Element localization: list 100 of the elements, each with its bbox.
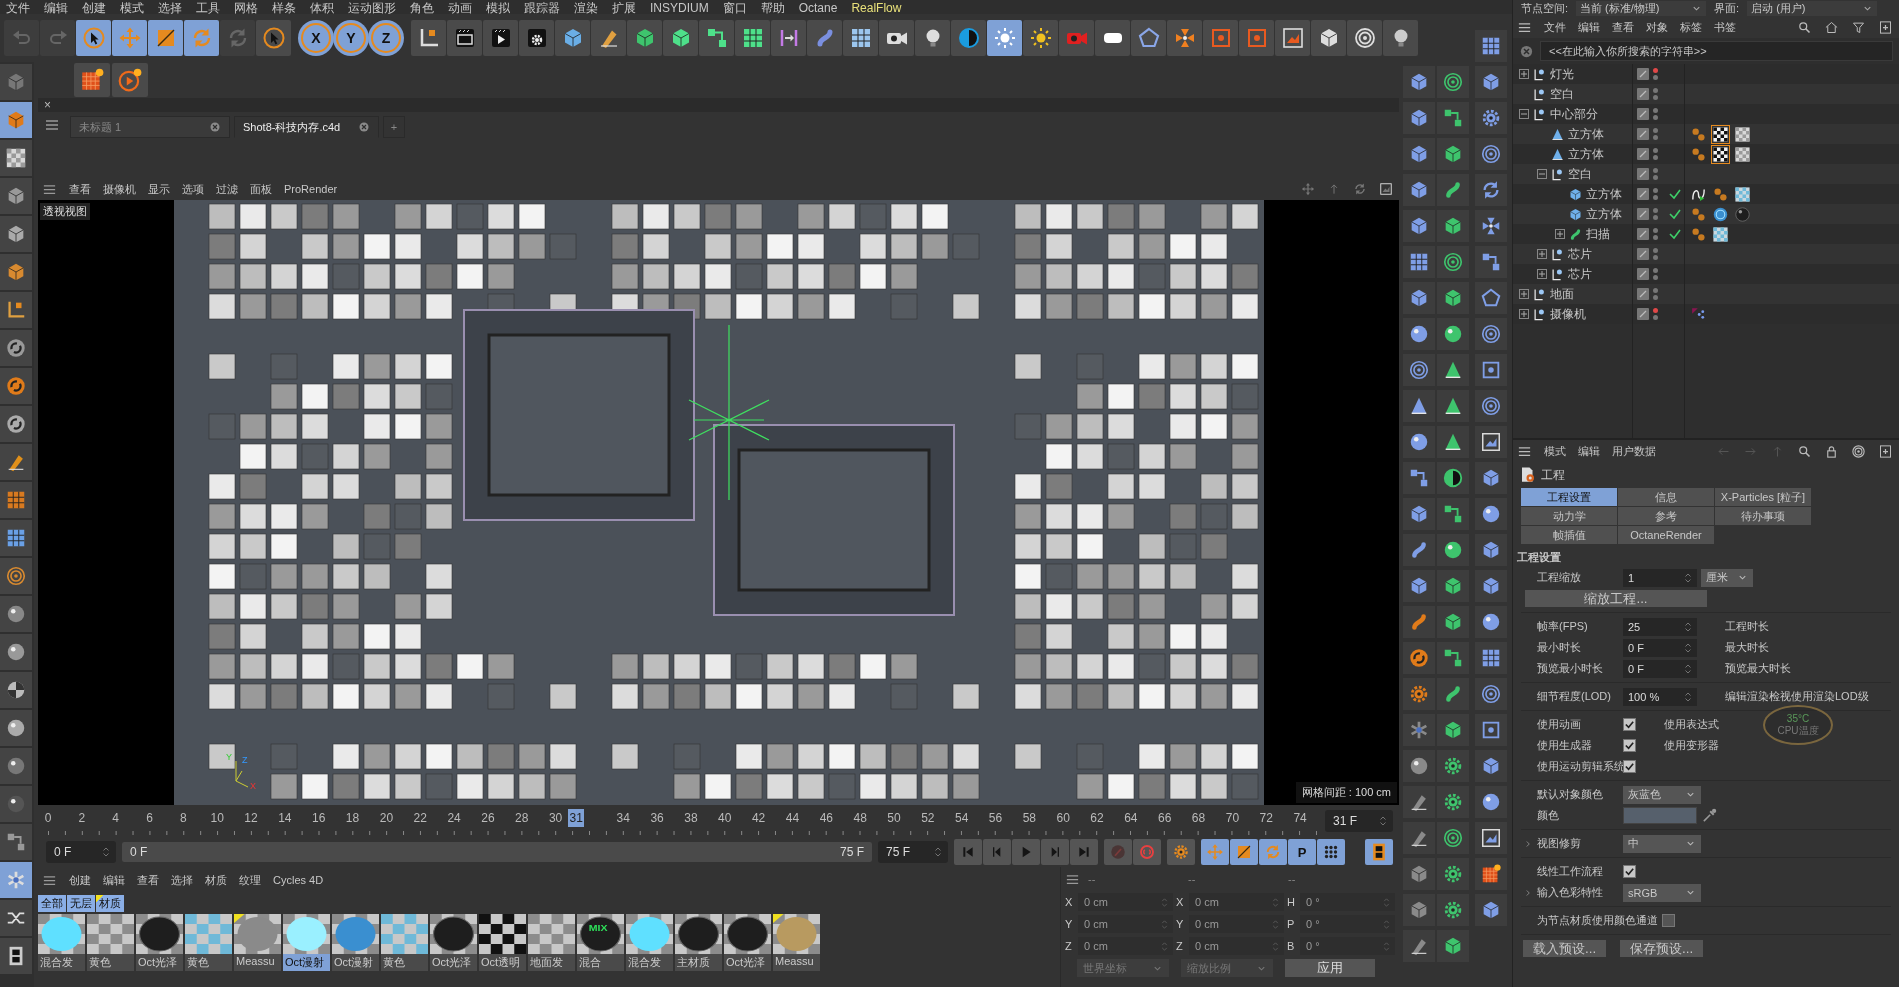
axis-lock-button[interactable]: Z (371, 23, 401, 53)
menu-item[interactable]: 编辑 (103, 872, 125, 888)
number-field[interactable]: 100 % (1623, 687, 1697, 706)
add-tab-button[interactable]: + (383, 116, 405, 138)
coordinate-field[interactable]: 0 ° (1300, 893, 1395, 911)
tab[interactable]: 工程设置 (1521, 488, 1617, 506)
menu-item[interactable]: 材质 (205, 872, 227, 888)
material-swatch[interactable]: Meassu (773, 914, 820, 971)
object-name[interactable]: 地面 (1550, 285, 1574, 303)
menu-item[interactable]: 动画 (448, 2, 472, 14)
document-tab[interactable]: Shot8-科技内存.c4d (234, 116, 379, 138)
object-name[interactable]: 立方体 (1586, 205, 1622, 223)
current-frame-field[interactable]: 31 F (1325, 810, 1393, 832)
start-frame-field[interactable]: 0 F (46, 841, 116, 863)
menu-item[interactable]: INSYDIUM (650, 2, 709, 14)
number-field[interactable]: 1 (1623, 568, 1697, 587)
tab-label[interactable]: Shot8-科技内存.c4d (243, 119, 341, 135)
material-swatch[interactable]: 混合发 (626, 914, 673, 971)
coordinate-field[interactable]: 0 cm (1078, 915, 1173, 933)
material-swatch[interactable]: Oct光泽 (430, 914, 477, 971)
tab[interactable]: OctaneRender (1618, 526, 1714, 544)
menu-item[interactable]: 创建 (69, 872, 91, 888)
coordinate-field[interactable]: 0 cm (1189, 937, 1284, 955)
menu-item[interactable]: 运动图形 (348, 2, 396, 14)
menu-item[interactable]: 选项 (182, 181, 204, 197)
material-swatch[interactable]: MIX 混合 (577, 914, 624, 971)
menu-item[interactable]: 面板 (250, 181, 272, 197)
coordinate-field[interactable]: 0 cm (1189, 915, 1284, 933)
parameter-key-button[interactable]: P (1288, 839, 1316, 865)
material-swatch[interactable]: Oct光泽 (724, 914, 771, 971)
object-name[interactable]: 立方体 (1586, 185, 1622, 203)
menu-item[interactable]: 文件 (1544, 19, 1566, 35)
menu-item[interactable]: 用户数据 (1612, 443, 1656, 459)
menu-item[interactable]: 角色 (410, 2, 434, 14)
search-field[interactable]: <<在此输入你所搜索的字符串>> (1540, 41, 1893, 61)
menu-item[interactable]: 显示 (148, 181, 170, 197)
material-swatch[interactable]: 黄色 (87, 914, 134, 971)
menu-item[interactable]: 查看 (69, 181, 91, 197)
object-name[interactable]: 芯片 (1568, 265, 1592, 283)
menu-item[interactable]: 编辑 (44, 2, 68, 14)
menu-item[interactable]: 标签 (1680, 19, 1702, 35)
menu-item[interactable]: 模拟 (486, 2, 510, 14)
end-frame-field[interactable]: 75 F (878, 841, 948, 863)
apply-button[interactable]: 应用 (1285, 959, 1375, 977)
object-name[interactable]: 摄像机 (1550, 305, 1586, 323)
menu-item[interactable]: 选择 (171, 872, 193, 888)
tab[interactable]: 帧插值 (1521, 526, 1617, 544)
coordinate-field[interactable]: 0 cm (1189, 893, 1284, 911)
unit-dropdown[interactable]: 厘米 (1701, 568, 1753, 587)
menu-item[interactable]: 选择 (158, 2, 182, 14)
dropdown[interactable]: 中 (1623, 834, 1701, 853)
material-swatch[interactable]: 黄色 (185, 914, 232, 971)
close-button[interactable]: × (44, 99, 51, 111)
menu-item[interactable]: 编辑 (1578, 19, 1600, 35)
object-name[interactable]: 立方体 (1568, 125, 1604, 143)
object-name[interactable]: 扫描 (1586, 225, 1610, 243)
tab[interactable]: 动力学 (1521, 507, 1617, 525)
menu-item[interactable]: 帮助 (760, 2, 785, 14)
menu-item[interactable]: 书签 (1714, 19, 1736, 35)
axis-lock-button[interactable]: X (301, 23, 331, 53)
material-swatch[interactable]: Oct光泽 (136, 914, 183, 971)
menu-item[interactable]: 模式 (1544, 443, 1566, 459)
menu-item[interactable]: RealFlow (851, 2, 902, 14)
menu-item[interactable]: 跟踪器 (524, 2, 560, 14)
menu-item[interactable]: 窗口 (722, 2, 747, 14)
tab[interactable]: X-Particles [粒子] (1715, 488, 1811, 506)
menu-item[interactable]: 扩展 (612, 2, 636, 14)
material-swatch[interactable]: Oct透明 (479, 914, 526, 971)
number-field[interactable]: 0 F (1623, 659, 1697, 678)
menu-item[interactable]: 查看 (137, 872, 159, 888)
menu-item[interactable]: Octane (798, 2, 838, 14)
filter-tab[interactable]: 全部 (38, 895, 66, 912)
menu-item[interactable]: 过滤 (216, 181, 238, 197)
filter-tab[interactable]: 无层 (67, 895, 95, 912)
menu-item[interactable]: 样条 (272, 2, 296, 14)
number-field[interactable]: 0 F (1623, 638, 1697, 657)
coordinate-field[interactable]: 0 ° (1300, 915, 1395, 933)
object-name[interactable]: 空白 (1568, 165, 1592, 183)
dropdown[interactable]: 灰蓝色 (1623, 785, 1701, 804)
menu-item[interactable]: 查看 (1612, 19, 1634, 35)
menu-item[interactable]: 摄像机 (103, 181, 136, 197)
material-swatch[interactable]: Meassu (234, 914, 281, 971)
menu-item[interactable]: 渲染 (574, 2, 598, 14)
material-swatch[interactable]: 主材质 (675, 914, 722, 971)
viewport[interactable]: 透视视图 网格间距 : 100 cm Y Z X (38, 200, 1399, 805)
object-name[interactable]: 中心部分 (1550, 105, 1598, 123)
menu-item[interactable]: 对象 (1646, 19, 1668, 35)
object-name[interactable]: 空白 (1550, 85, 1574, 103)
material-swatch[interactable]: Oct漫射 (283, 914, 330, 971)
dropdown[interactable]: sRGB (1623, 883, 1701, 902)
object-name[interactable]: 灯光 (1550, 65, 1574, 83)
preset-button[interactable]: 载入预设... (1523, 940, 1607, 957)
menu-item[interactable]: 文件 (6, 2, 30, 14)
coordinate-field[interactable]: 0 cm (1078, 893, 1173, 911)
tab[interactable]: 参考 (1618, 507, 1714, 525)
coordinate-field[interactable]: 0 ° (1300, 937, 1395, 955)
scale-project-button[interactable]: 缩放工程... (1525, 590, 1707, 607)
number-field[interactable]: 25 (1623, 617, 1697, 636)
menu-item[interactable]: 编辑 (1578, 443, 1600, 459)
menu-item[interactable]: 模式 (120, 2, 144, 14)
